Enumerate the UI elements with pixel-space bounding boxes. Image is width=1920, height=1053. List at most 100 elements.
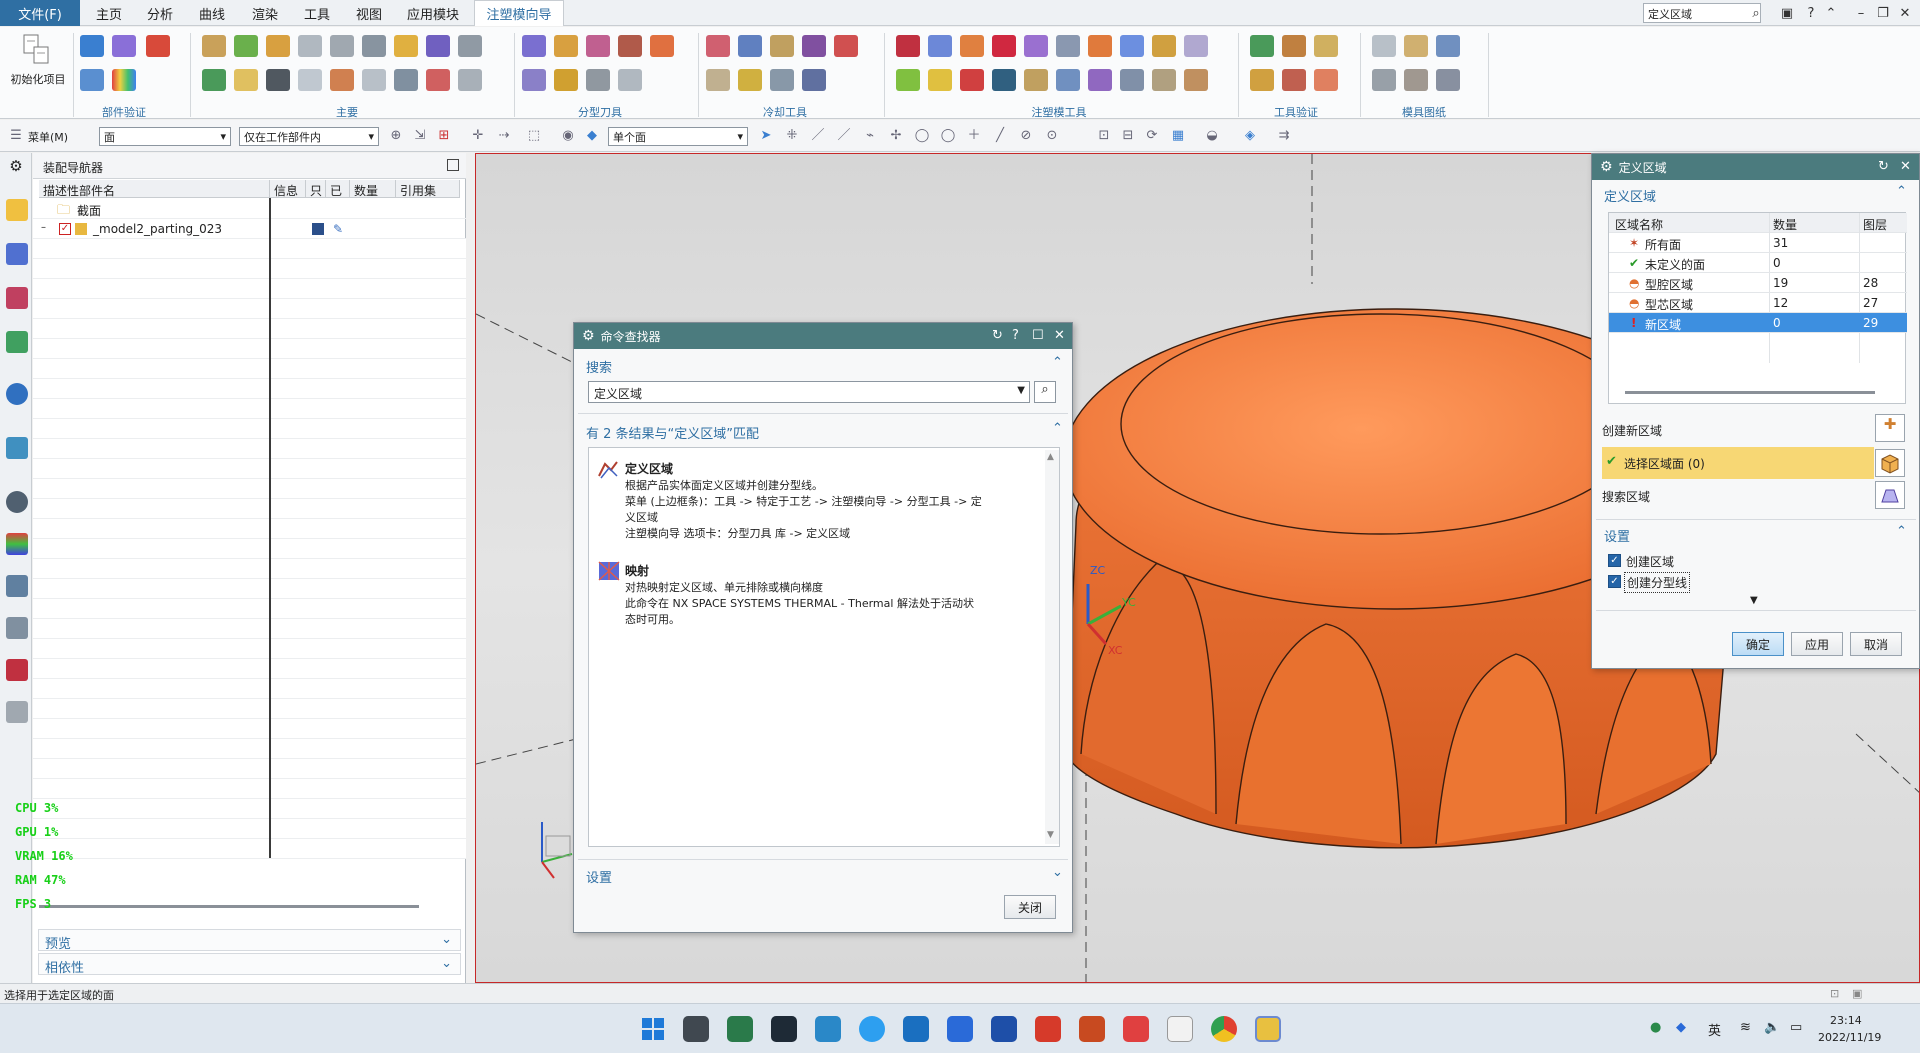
edge-patch-icon[interactable] [992, 35, 1016, 57]
cooling-channel-icon[interactable] [706, 35, 730, 57]
edit-icon[interactable]: ✎ [333, 222, 343, 236]
cooling-layout-icon[interactable] [738, 35, 762, 57]
view-manager-icon[interactable] [394, 69, 418, 91]
scroll-up-icon[interactable]: ▲ [1047, 452, 1054, 462]
terminal-icon[interactable] [771, 1016, 797, 1042]
draft-analysis-icon[interactable] [112, 69, 136, 91]
runner-icon[interactable] [426, 69, 450, 91]
hole-manufacture-icon[interactable] [1404, 69, 1428, 91]
menu-icon[interactable]: ☰ [8, 128, 24, 144]
modify-solid-icon[interactable] [1024, 35, 1048, 57]
scroll-down-icon[interactable]: ▼ [1047, 830, 1054, 840]
restore-icon[interactable]: ❐ [1874, 4, 1892, 22]
rotate-icon[interactable]: ⟳ [1144, 128, 1160, 144]
snap-point-icon[interactable]: ⁜ [784, 128, 800, 144]
slide-icon[interactable] [202, 69, 226, 91]
control-point-icon[interactable]: ⌁ [862, 128, 878, 144]
preview-section[interactable]: 预览 ⌄ [38, 929, 461, 952]
zoom-icon[interactable]: ⊟ [1120, 128, 1136, 144]
chevron-down-icon[interactable]: ⌄ [1052, 865, 1063, 880]
mold-csys-icon[interactable] [202, 35, 226, 57]
command-finder-title-bar[interactable]: ⚙ 命令查找器 ↻ ? ☐ ✕ [574, 323, 1072, 349]
select-face-button[interactable] [1875, 449, 1905, 477]
results-section-title[interactable]: 有 2 条结果与“定义区域”匹配 [586, 423, 759, 442]
tab-render[interactable]: 渲染 [242, 0, 288, 26]
select-region-faces-row[interactable]: ✔ 选择区域面 (0) [1602, 447, 1874, 479]
standard-part-icon[interactable] [394, 35, 418, 57]
core-icon[interactable] [1088, 69, 1112, 91]
nx-icon[interactable] [1255, 1016, 1281, 1042]
start-icon[interactable] [640, 1016, 666, 1042]
close-app-icon[interactable] [1123, 1016, 1149, 1042]
expand-icon[interactable]: – [41, 222, 51, 234]
chevron-up-icon[interactable]: ⌃ [1052, 421, 1063, 436]
maximize-icon[interactable] [447, 159, 459, 171]
tab-home[interactable]: 主页 [80, 0, 138, 26]
tab-view[interactable]: 视图 [346, 0, 392, 26]
language-indicator[interactable]: 英 [1708, 1020, 1721, 1039]
assembly-drawing-icon[interactable] [1372, 35, 1396, 57]
layout-icon[interactable] [298, 35, 322, 57]
define-region-icon[interactable] [586, 35, 610, 57]
trim-mold-icon[interactable] [298, 69, 322, 91]
type-filter-select[interactable]: 面 ▾ [99, 127, 231, 146]
close-icon[interactable]: ✕ [1896, 4, 1914, 22]
fit-view-icon[interactable]: ⊡ [1096, 128, 1112, 144]
split-solid-icon[interactable] [928, 35, 952, 57]
endpoint-icon[interactable]: ／ [810, 128, 826, 144]
interference-check-icon[interactable] [1250, 35, 1274, 57]
chat-app-icon[interactable] [859, 1016, 885, 1042]
reset-icon[interactable]: ↻ [1878, 159, 1889, 174]
render-style-icon[interactable]: ◒ [1204, 128, 1220, 144]
select-all-icon[interactable]: ⊞ [436, 128, 452, 144]
tree-row-section[interactable]: 🗀 截面 [33, 199, 466, 219]
tool-validation-more-icon[interactable] [1314, 69, 1338, 91]
search-region-button[interactable] [1875, 481, 1905, 509]
add-region-button[interactable]: ✚ [1875, 414, 1905, 442]
chrome-icon[interactable] [1211, 1016, 1237, 1042]
file-menu-button[interactable]: 文件(F) [0, 0, 80, 26]
chevron-up-icon[interactable]: ⌃ [1052, 355, 1063, 370]
constraint-navigator-icon[interactable] [6, 243, 28, 265]
manufacturing-wizard-icon[interactable] [6, 659, 28, 681]
region-row-new[interactable]: ! 新区域 0 29 [1609, 313, 1907, 333]
point-face-icon[interactable]: ⊙ [1044, 128, 1060, 144]
parting-check-icon[interactable] [992, 69, 1016, 91]
select-icon[interactable]: ⇲ [412, 128, 428, 144]
horizontal-scrollbar[interactable] [39, 905, 419, 908]
pocket-icon[interactable] [330, 69, 354, 91]
hole-table-icon[interactable] [1436, 35, 1460, 57]
define-region-title-bar[interactable]: ⚙ 定义区域 ↻ ✕ [1592, 154, 1919, 180]
settings-section-title[interactable]: 设置 [586, 867, 612, 886]
visio-icon[interactable] [991, 1016, 1017, 1042]
resource-icon[interactable]: ▣ [1778, 4, 1796, 22]
chevron-up-icon[interactable]: ⌃ [1896, 524, 1907, 539]
select-mode-select[interactable]: 单个面 ▾ [608, 127, 748, 146]
checkbox-checked-icon[interactable]: ✓ [59, 223, 71, 235]
edit-parting-icon[interactable] [650, 35, 674, 57]
web-browser-icon[interactable] [6, 437, 28, 459]
mail-icon[interactable] [903, 1016, 929, 1042]
curve-patch-icon[interactable] [554, 35, 578, 57]
cube-icon[interactable]: ◆ [584, 128, 600, 144]
collapse-ribbon-icon[interactable]: ⌃ [1822, 4, 1840, 22]
delete-files-icon[interactable] [458, 69, 482, 91]
adjust-channel-icon[interactable] [834, 35, 858, 57]
region-row-all-faces[interactable]: ✶ 所有面 31 [1609, 233, 1907, 253]
volume-icon[interactable]: 🔈 [1764, 1020, 1780, 1035]
task-view-icon[interactable] [683, 1016, 709, 1042]
auto-dimension-icon[interactable] [1372, 69, 1396, 91]
cooling-pattern-icon[interactable] [770, 69, 794, 91]
maximize-icon[interactable]: ☐ [1032, 328, 1044, 343]
tab-analysis[interactable]: 分析 [138, 0, 182, 26]
bounded-grid-icon[interactable]: ⊘ [1018, 128, 1034, 144]
electrode-icon[interactable] [266, 69, 290, 91]
apply-button[interactable]: 应用 [1791, 632, 1843, 656]
help-icon[interactable]: ? [1012, 328, 1019, 343]
help-icon[interactable]: ? [1802, 4, 1820, 22]
save-icon[interactable] [312, 223, 324, 235]
cavity-icon[interactable] [1056, 69, 1080, 91]
network-app-icon[interactable] [727, 1016, 753, 1042]
cooling-standard-icon[interactable] [738, 69, 762, 91]
center-icon[interactable]: ◯ [914, 128, 930, 144]
